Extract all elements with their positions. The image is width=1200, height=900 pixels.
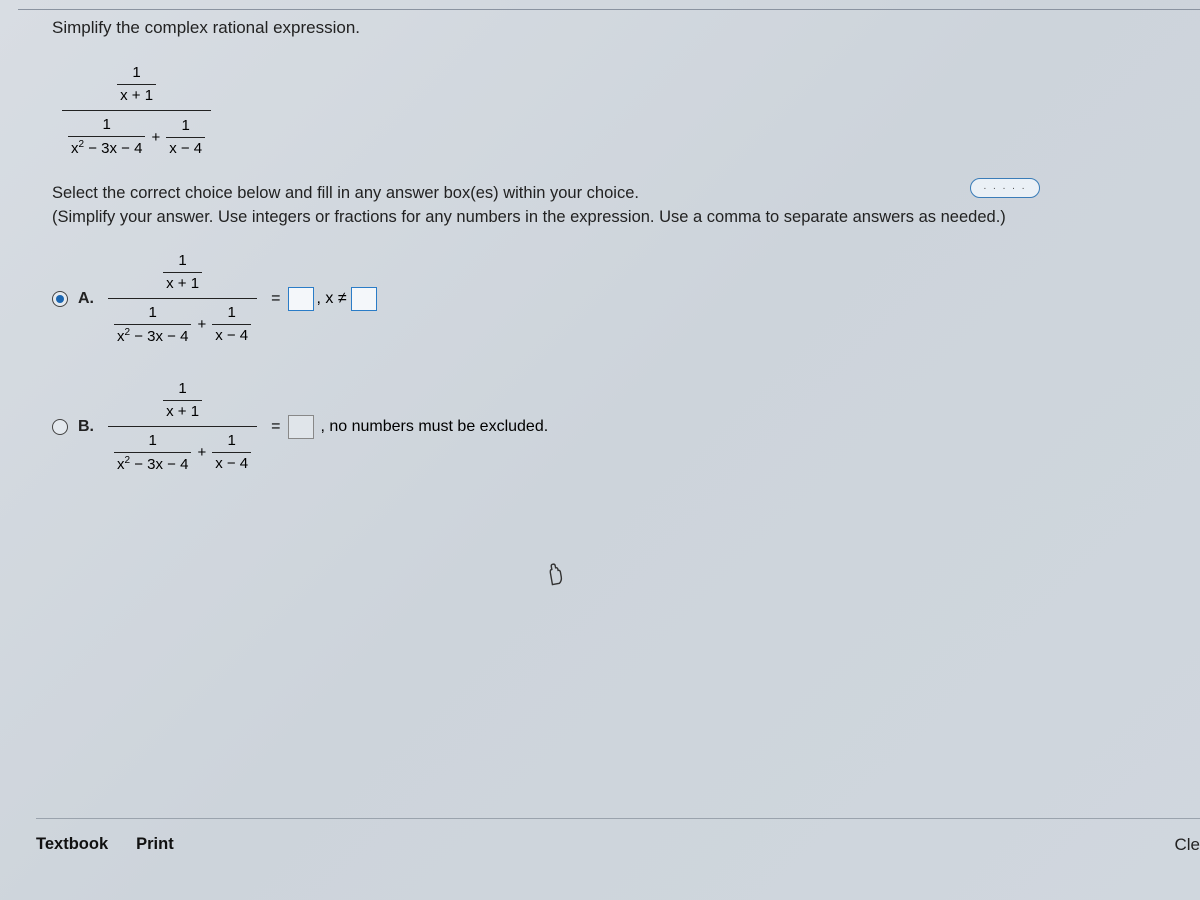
- expr-num-top: 1: [117, 64, 156, 82]
- radio-a[interactable]: [52, 291, 68, 307]
- no-exclude-text: , no numbers must be excluded.: [320, 418, 548, 436]
- pointer-cursor-icon: [541, 558, 568, 593]
- main-expression: 1 x + 1 1 x2 − 3x − 4 + 1: [62, 62, 211, 160]
- radio-b[interactable]: [52, 419, 68, 435]
- question-panel: Simplify the complex rational expression…: [18, 18, 1200, 476]
- expr-num-bottom: x + 1: [117, 87, 156, 105]
- choice-a-expression: 1 x + 1 1 x2 − 3x − 4 +: [108, 250, 257, 348]
- answer-input-a1[interactable]: [288, 287, 314, 311]
- xneq-text: , x ≠: [316, 290, 346, 308]
- equals-sign-b: =: [271, 418, 280, 436]
- equals-sign: =: [271, 290, 280, 308]
- choice-a[interactable]: A. 1 x + 1 1 x2 − 3x − 4: [52, 250, 1200, 348]
- top-divider: [18, 0, 1200, 10]
- clear-button[interactable]: Cle: [1174, 835, 1200, 855]
- expr-den-right-top: 1: [166, 117, 205, 135]
- choices-group: A. 1 x + 1 1 x2 − 3x − 4: [18, 250, 1200, 476]
- footer-toolbar: Textbook Print Cle: [36, 818, 1200, 854]
- answer-input-a2[interactable]: [351, 287, 377, 311]
- question-prompt: Simplify the complex rational expression…: [18, 18, 1200, 38]
- hint-button[interactable]: . . . . .: [970, 178, 1040, 198]
- textbook-button[interactable]: Textbook: [36, 835, 108, 854]
- expr-den-left-bottom: x2 − 3x − 4: [68, 139, 145, 158]
- expr-den-left-top: 1: [68, 116, 145, 134]
- expr-den-right-bottom: x − 4: [166, 140, 205, 158]
- choice-a-label: A.: [78, 290, 94, 308]
- print-button[interactable]: Print: [136, 835, 174, 854]
- choice-b-label: B.: [78, 418, 94, 436]
- answer-input-b1[interactable]: [288, 415, 314, 439]
- plus-sign: +: [151, 129, 160, 146]
- choice-b-expression: 1 x + 1 1 x2 − 3x − 4 +: [108, 378, 257, 476]
- choice-b[interactable]: B. 1 x + 1 1 x2 − 3x − 4: [52, 378, 1200, 476]
- instruction-line-2: (Simplify your answer. Use integers or f…: [52, 206, 1200, 230]
